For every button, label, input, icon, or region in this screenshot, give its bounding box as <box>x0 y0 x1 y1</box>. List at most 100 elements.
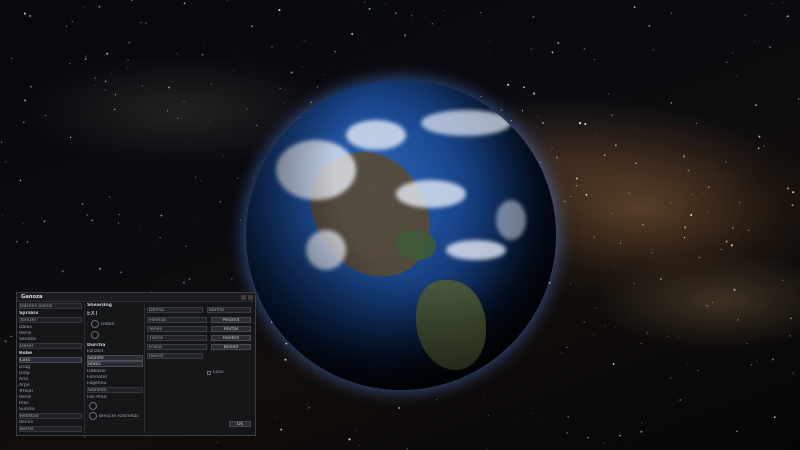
action-button[interactable]: Peoand <box>211 317 251 323</box>
ok-button[interactable]: Ok <box>229 421 251 427</box>
star <box>620 239 622 241</box>
list-item-selected[interactable]: Staos <box>87 361 143 367</box>
star <box>19 179 22 182</box>
star <box>246 29 247 30</box>
star <box>260 412 262 414</box>
star <box>690 214 693 216</box>
star <box>44 114 47 117</box>
minimize-icon[interactable] <box>241 295 246 300</box>
star <box>753 39 756 41</box>
dropdown-select[interactable]: Berlar <box>19 426 82 432</box>
star <box>595 307 597 309</box>
star <box>478 47 479 48</box>
star <box>651 252 653 254</box>
star <box>642 223 644 226</box>
star <box>351 32 354 36</box>
dropdown-select[interactable]: Deser <box>19 343 82 349</box>
value-input[interactable]: Tiorce <box>147 335 207 341</box>
radio-icon[interactable] <box>89 412 97 420</box>
star <box>712 301 714 303</box>
star <box>603 154 606 156</box>
star <box>83 6 84 8</box>
star <box>706 223 707 224</box>
star <box>159 237 161 238</box>
star <box>659 278 663 281</box>
star <box>791 204 794 207</box>
star <box>646 331 649 334</box>
dropdown-select[interactable]: Salneon <box>87 387 143 393</box>
star <box>755 282 757 284</box>
star <box>769 46 771 48</box>
value-input[interactable]: Tenes <box>147 326 207 332</box>
star <box>359 445 361 446</box>
star <box>118 213 120 216</box>
star <box>698 256 701 259</box>
star <box>71 20 73 22</box>
value-input[interactable]: Frana <box>147 344 207 350</box>
star <box>204 278 206 280</box>
star <box>202 44 204 45</box>
star <box>756 360 758 362</box>
star <box>640 342 643 345</box>
star <box>226 0 228 1</box>
star <box>486 448 488 450</box>
star <box>81 203 84 205</box>
dropdown-select[interactable]: Loss <box>19 357 82 363</box>
star <box>670 12 672 14</box>
star <box>648 24 651 27</box>
star <box>706 211 708 213</box>
star <box>567 416 569 418</box>
star <box>630 243 632 244</box>
star <box>583 47 586 50</box>
star <box>71 206 73 208</box>
action-button[interactable]: Rovted <box>211 335 251 341</box>
star <box>683 236 686 239</box>
star <box>792 372 794 374</box>
star <box>757 147 760 150</box>
action-button[interactable]: Boned <box>211 344 251 350</box>
star <box>679 399 682 401</box>
star <box>640 430 643 433</box>
radio-icon[interactable] <box>91 331 99 339</box>
star <box>139 21 143 24</box>
property-field[interactable]: Rormo <box>207 307 251 313</box>
star <box>706 305 708 307</box>
star <box>705 324 707 326</box>
property-field[interactable]: Rovcd <box>147 353 203 359</box>
star <box>488 41 491 43</box>
star <box>730 244 733 247</box>
star <box>183 101 185 103</box>
star <box>606 293 608 295</box>
close-icon[interactable] <box>248 295 253 300</box>
star <box>798 98 800 100</box>
star <box>308 406 310 409</box>
star <box>483 399 485 401</box>
checkbox-icon[interactable] <box>207 371 211 375</box>
star <box>731 51 734 54</box>
star <box>188 278 191 280</box>
dropdown-select[interactable]: Tamzel <box>19 317 82 323</box>
radio-icon[interactable] <box>91 320 99 328</box>
star <box>348 438 351 441</box>
star <box>670 377 672 379</box>
star <box>593 58 595 60</box>
value-input[interactable]: Ferenal <box>147 317 207 323</box>
star <box>615 327 617 328</box>
dropdown-select[interactable]: Redstoir <box>19 413 82 419</box>
property-field[interactable]: Domal <box>147 307 203 313</box>
star <box>83 435 86 438</box>
star <box>792 191 795 194</box>
properties-panel: Domal Rormo Ferenal Peoand Tenes Roctal … <box>145 303 253 433</box>
star <box>83 181 85 183</box>
star <box>670 202 672 204</box>
star <box>687 362 689 364</box>
star <box>565 5 567 7</box>
action-button[interactable]: Roctal <box>211 326 251 332</box>
search-input[interactable]: Dasnes oolnal <box>19 303 82 309</box>
star <box>168 86 170 89</box>
star <box>551 147 553 149</box>
star <box>279 87 281 89</box>
star <box>302 66 304 68</box>
radio-icon[interactable] <box>89 402 97 410</box>
star <box>613 266 615 268</box>
